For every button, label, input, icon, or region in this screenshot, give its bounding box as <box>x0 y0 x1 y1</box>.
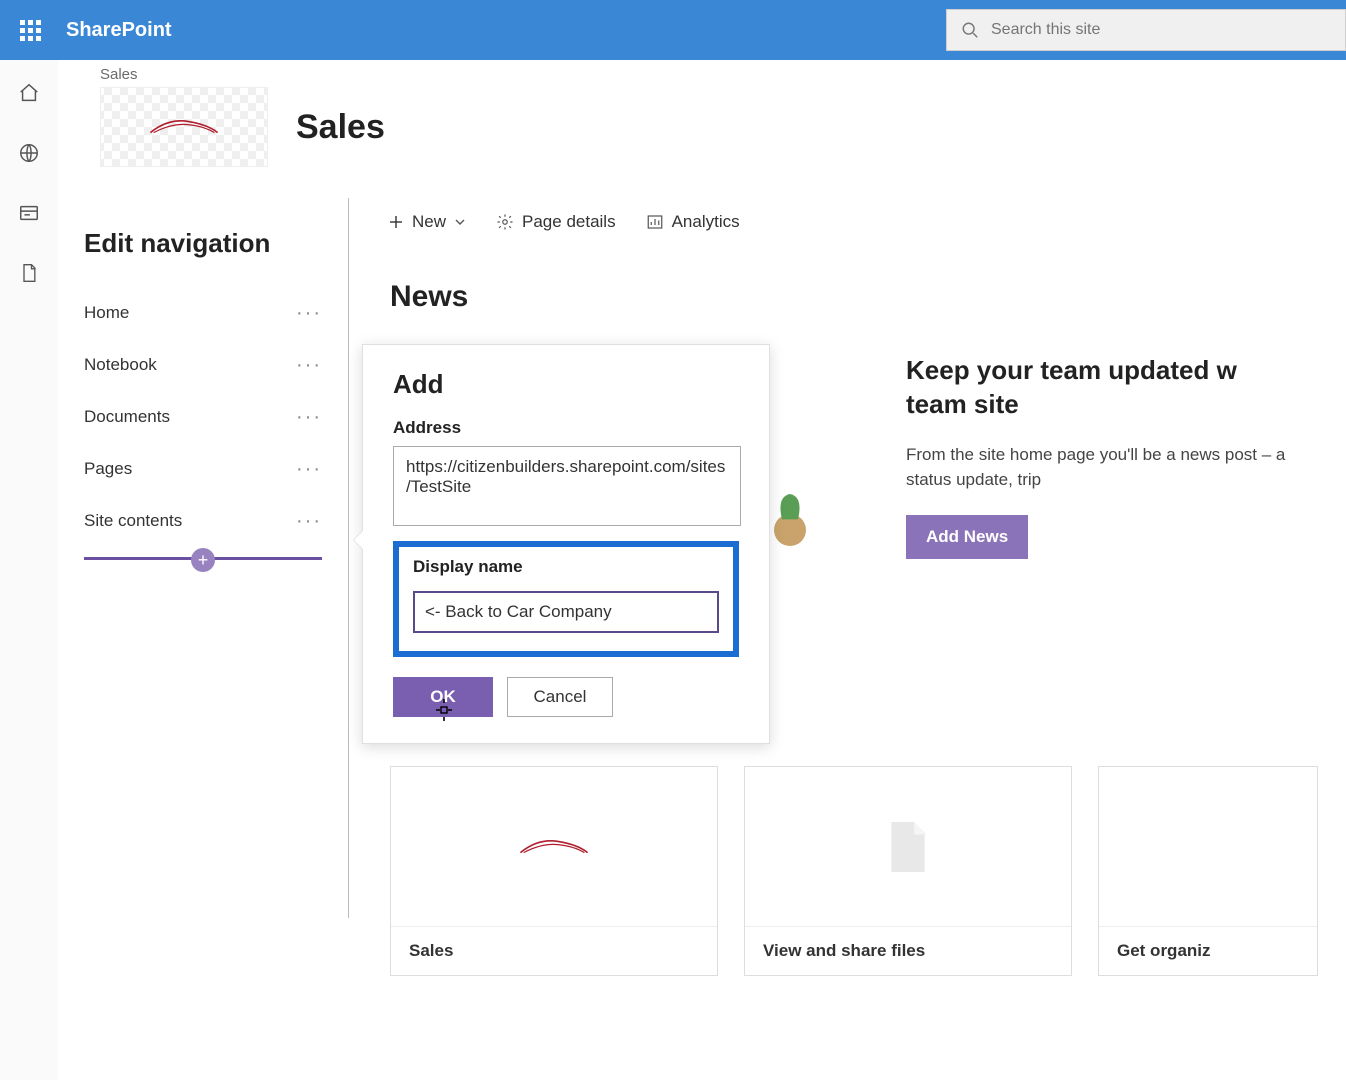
site-header: Sales Sales <box>100 66 385 167</box>
card-image <box>1099 767 1317 926</box>
card-label: View and share files <box>745 926 1071 975</box>
quick-links-cards: Sales View and share files Get organiz <box>390 766 1318 976</box>
analytics-label: Analytics <box>672 212 740 232</box>
edit-navigation-panel: Edit navigation Home ··· Notebook ··· Docu… <box>58 198 349 918</box>
display-name-input[interactable] <box>413 591 719 633</box>
card-image <box>391 767 717 926</box>
card-files[interactable]: View and share files <box>744 766 1072 976</box>
breadcrumb[interactable]: Sales <box>100 66 385 83</box>
address-input[interactable] <box>393 446 741 526</box>
brand-label[interactable]: SharePoint <box>66 19 172 42</box>
chart-icon <box>646 213 664 231</box>
nav-item-notebook[interactable]: Notebook ··· <box>84 339 322 391</box>
add-link-callout: Add Address Display name OK Cancel <box>362 344 770 744</box>
new-label: New <box>412 212 446 232</box>
app-launcher-icon[interactable] <box>12 12 48 48</box>
page-details-button[interactable]: Page details <box>496 212 616 232</box>
page-details-label: Page details <box>522 212 616 232</box>
news-promo-title: Keep your team updated wteam site <box>906 354 1326 422</box>
card-image <box>745 767 1071 926</box>
search-input[interactable] <box>991 21 1331 39</box>
nav-item-documents[interactable]: Documents ··· <box>84 391 322 443</box>
nav-label: Site contents <box>84 511 182 531</box>
nav-item-pages[interactable]: Pages ··· <box>84 443 322 495</box>
nav-label: Notebook <box>84 355 157 375</box>
nav-label: Home <box>84 303 129 323</box>
document-icon <box>883 817 933 877</box>
more-icon[interactable]: ··· <box>296 458 322 481</box>
car-logo-icon <box>144 112 224 142</box>
news-promo-body: From the site home page you'll be a news… <box>906 442 1326 493</box>
add-nav-item-button[interactable]: + <box>191 548 215 572</box>
home-icon[interactable] <box>18 82 40 104</box>
nav-label: Documents <box>84 407 170 427</box>
nav-label: Pages <box>84 459 132 479</box>
waffle-icon <box>20 20 41 41</box>
app-rail <box>0 60 58 1080</box>
globe-icon[interactable] <box>18 142 40 164</box>
edit-nav-title: Edit navigation <box>84 228 322 259</box>
insert-position-line: + <box>84 557 322 560</box>
analytics-button[interactable]: Analytics <box>646 212 740 232</box>
ok-button[interactable]: OK <box>393 677 493 717</box>
news-illustration <box>770 470 810 555</box>
nav-item-site-contents[interactable]: Site contents ··· <box>84 495 322 547</box>
cancel-button[interactable]: Cancel <box>507 677 613 717</box>
card-label: Get organiz <box>1099 926 1317 975</box>
news-promo: Keep your team updated wteam site From t… <box>906 354 1326 559</box>
callout-title: Add <box>393 369 739 400</box>
page-title: Sales <box>296 108 385 147</box>
car-logo-icon <box>514 832 594 862</box>
gear-icon <box>496 213 514 231</box>
file-icon[interactable] <box>18 262 40 284</box>
new-button[interactable]: New <box>388 212 466 232</box>
content-area: News Keep your team updated wteam site F… <box>390 280 1346 340</box>
card-sales[interactable]: Sales <box>390 766 718 976</box>
display-name-highlight: Display name <box>393 541 739 657</box>
news-icon[interactable] <box>18 202 40 224</box>
address-label: Address <box>393 418 739 438</box>
plus-icon <box>388 214 404 230</box>
display-name-label: Display name <box>413 557 719 577</box>
command-bar: New Page details Analytics <box>388 212 740 232</box>
card-label: Sales <box>391 926 717 975</box>
more-icon[interactable]: ··· <box>296 302 322 325</box>
nav-item-home[interactable]: Home ··· <box>84 287 322 339</box>
more-icon[interactable]: ··· <box>296 354 322 377</box>
more-icon[interactable]: ··· <box>296 510 322 533</box>
suite-bar: SharePoint <box>0 0 1346 60</box>
site-search[interactable] <box>946 9 1346 51</box>
search-icon <box>961 21 979 39</box>
more-icon[interactable]: ··· <box>296 406 322 429</box>
chevron-down-icon <box>454 216 466 228</box>
news-heading: News <box>390 280 1346 314</box>
card-organize[interactable]: Get organiz <box>1098 766 1318 976</box>
add-news-button[interactable]: Add News <box>906 515 1028 559</box>
site-logo[interactable] <box>100 87 268 167</box>
